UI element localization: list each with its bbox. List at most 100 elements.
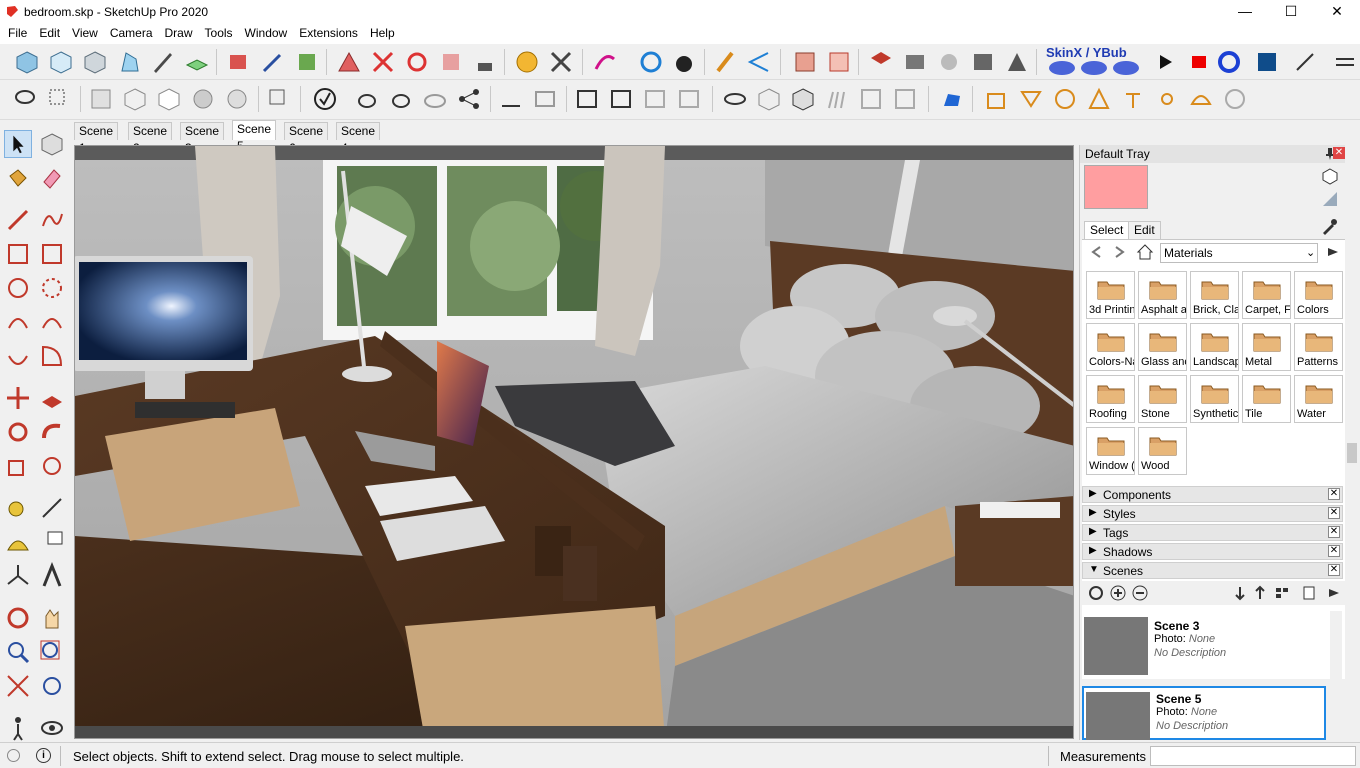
tab-scene-3[interactable]: Scene 3	[180, 122, 225, 155]
material-item[interactable]: Window (	[1086, 427, 1135, 475]
circle-icon[interactable]	[4, 274, 32, 302]
light-settings-icon[interactable]	[984, 86, 1010, 112]
menu-tools[interactable]: Tools	[199, 24, 239, 42]
tab-scene-6[interactable]: Scene 6	[284, 122, 329, 155]
material-item[interactable]: Stone	[1138, 375, 1187, 423]
library-select[interactable]: Materials ⌄	[1160, 243, 1318, 263]
add-scene-icon[interactable]	[1110, 585, 1126, 601]
knife-icon[interactable]	[150, 49, 176, 75]
red-refresh-icon[interactable]	[404, 49, 430, 75]
box-dark-icon[interactable]	[790, 86, 816, 112]
blue-arrow-icon[interactable]	[260, 49, 286, 75]
teapot-icon[interactable]	[354, 86, 380, 112]
hidden-line-icon[interactable]	[156, 86, 182, 112]
arc-blue-icon[interactable]	[638, 49, 664, 75]
green-tool-icon[interactable]	[294, 49, 320, 75]
tab-scene-4[interactable]: Scene 4	[336, 122, 381, 155]
zoom-window-icon[interactable]	[38, 638, 66, 666]
texture-icon[interactable]	[1004, 49, 1030, 75]
sun-light-icon[interactable]	[1154, 86, 1180, 112]
tab-scene-2[interactable]: Scene 2	[128, 122, 173, 155]
box-red-icon[interactable]	[868, 49, 894, 75]
dimension-icon[interactable]	[38, 494, 66, 522]
stop-icon[interactable]	[1186, 49, 1212, 75]
panel-styles[interactable]: ▶ Styles ✕	[1082, 505, 1343, 522]
panel-components[interactable]: ▶ Components ✕	[1082, 486, 1343, 503]
xray-icon[interactable]	[88, 86, 114, 112]
mesh-tool-icon[interactable]	[858, 86, 884, 112]
look-around-eye-icon[interactable]	[38, 714, 66, 742]
magenta-curve-icon[interactable]	[592, 49, 618, 75]
material-item[interactable]: Landscap	[1190, 323, 1239, 371]
sample-triangle-icon[interactable]	[1321, 190, 1339, 208]
textured-icon[interactable]	[224, 86, 250, 112]
shaded-icon[interactable]	[190, 86, 216, 112]
component-hand-icon[interactable]	[266, 86, 292, 112]
cube-solid-icon[interactable]	[14, 49, 40, 75]
panel-scenes[interactable]: ▼ Scenes ✕	[1082, 562, 1343, 579]
select-arrow-icon[interactable]	[4, 130, 32, 158]
eraser-icon[interactable]	[38, 164, 66, 192]
filter-icon[interactable]	[1302, 585, 1316, 601]
tab-scene-5[interactable]: Scene 5	[232, 120, 277, 153]
follow-me-icon[interactable]	[38, 418, 66, 446]
move-up-icon[interactable]	[1254, 585, 1266, 601]
red-grid-icon[interactable]	[370, 49, 396, 75]
material-item[interactable]: Brick, Cla	[1190, 271, 1239, 319]
back-arrow-icon[interactable]	[1088, 244, 1104, 260]
zoom-icon[interactable]	[4, 638, 32, 666]
material-item[interactable]: Synthetic	[1190, 375, 1239, 423]
panel-tags[interactable]: ▶ Tags ✕	[1082, 524, 1343, 541]
rotated-rectangle-icon[interactable]	[38, 240, 66, 268]
check-circle-icon[interactable]	[312, 86, 338, 112]
line-icon[interactable]	[4, 206, 32, 234]
menu-window[interactable]: Window	[239, 24, 294, 42]
push-pull-icon[interactable]	[38, 384, 66, 412]
red-tool-icon[interactable]	[226, 49, 252, 75]
remove-scene-icon[interactable]	[1132, 585, 1148, 601]
cloud-icon[interactable]	[422, 86, 448, 112]
render-window-icon[interactable]	[532, 86, 558, 112]
blue-panel-icon[interactable]	[1254, 49, 1280, 75]
arrows-icon[interactable]	[1332, 49, 1358, 75]
dome-light-icon[interactable]	[1188, 86, 1214, 112]
freehand-icon[interactable]	[38, 206, 66, 234]
lock-frame-icon[interactable]	[676, 86, 702, 112]
create-material-icon[interactable]	[1321, 167, 1339, 185]
tray-close-icon[interactable]: ✕	[1333, 147, 1345, 159]
menu-edit[interactable]: Edit	[33, 24, 66, 42]
geo-location-icon[interactable]	[6, 748, 21, 763]
paint-bucket-icon[interactable]	[4, 164, 32, 192]
bomb-icon[interactable]	[672, 49, 698, 75]
material-item[interactable]: Wood	[1138, 427, 1187, 475]
box-light-icon[interactable]	[756, 86, 782, 112]
text-icon[interactable]	[38, 528, 66, 556]
view-options-icon[interactable]	[1274, 585, 1294, 601]
vray-icon[interactable]	[722, 86, 748, 112]
material-item[interactable]: Patterns	[1294, 323, 1343, 371]
menu-view[interactable]: View	[66, 24, 104, 42]
red-shape-icon[interactable]	[438, 49, 464, 75]
scale-icon[interactable]	[4, 452, 32, 480]
panel-shadows[interactable]: ▶ Shadows ✕	[1082, 543, 1343, 560]
blue-c-icon[interactable]	[1216, 49, 1242, 75]
grid-red-icon[interactable]	[826, 49, 852, 75]
push-green-icon[interactable]	[184, 49, 210, 75]
panels-icon[interactable]	[892, 86, 918, 112]
menu-file[interactable]: File	[2, 24, 33, 42]
minimize-button[interactable]: —	[1222, 0, 1268, 24]
map-icon[interactable]	[902, 49, 928, 75]
tab-scene-1[interactable]: Scene 1	[74, 122, 119, 155]
tools-cross-icon[interactable]	[548, 49, 574, 75]
eyedropper-icon[interactable]	[1320, 218, 1338, 236]
move-icon[interactable]	[4, 384, 32, 412]
three-point-arc-icon[interactable]	[4, 342, 32, 370]
refresh-icon[interactable]	[1088, 585, 1104, 601]
previous-view-icon[interactable]	[38, 672, 66, 700]
frame-icon[interactable]	[574, 86, 600, 112]
photo-icon[interactable]	[970, 49, 996, 75]
forward-arrow-icon[interactable]	[1112, 244, 1128, 260]
axes-icon[interactable]	[4, 562, 32, 590]
wireframe-icon[interactable]	[122, 86, 148, 112]
lasso-icon[interactable]	[12, 86, 38, 112]
